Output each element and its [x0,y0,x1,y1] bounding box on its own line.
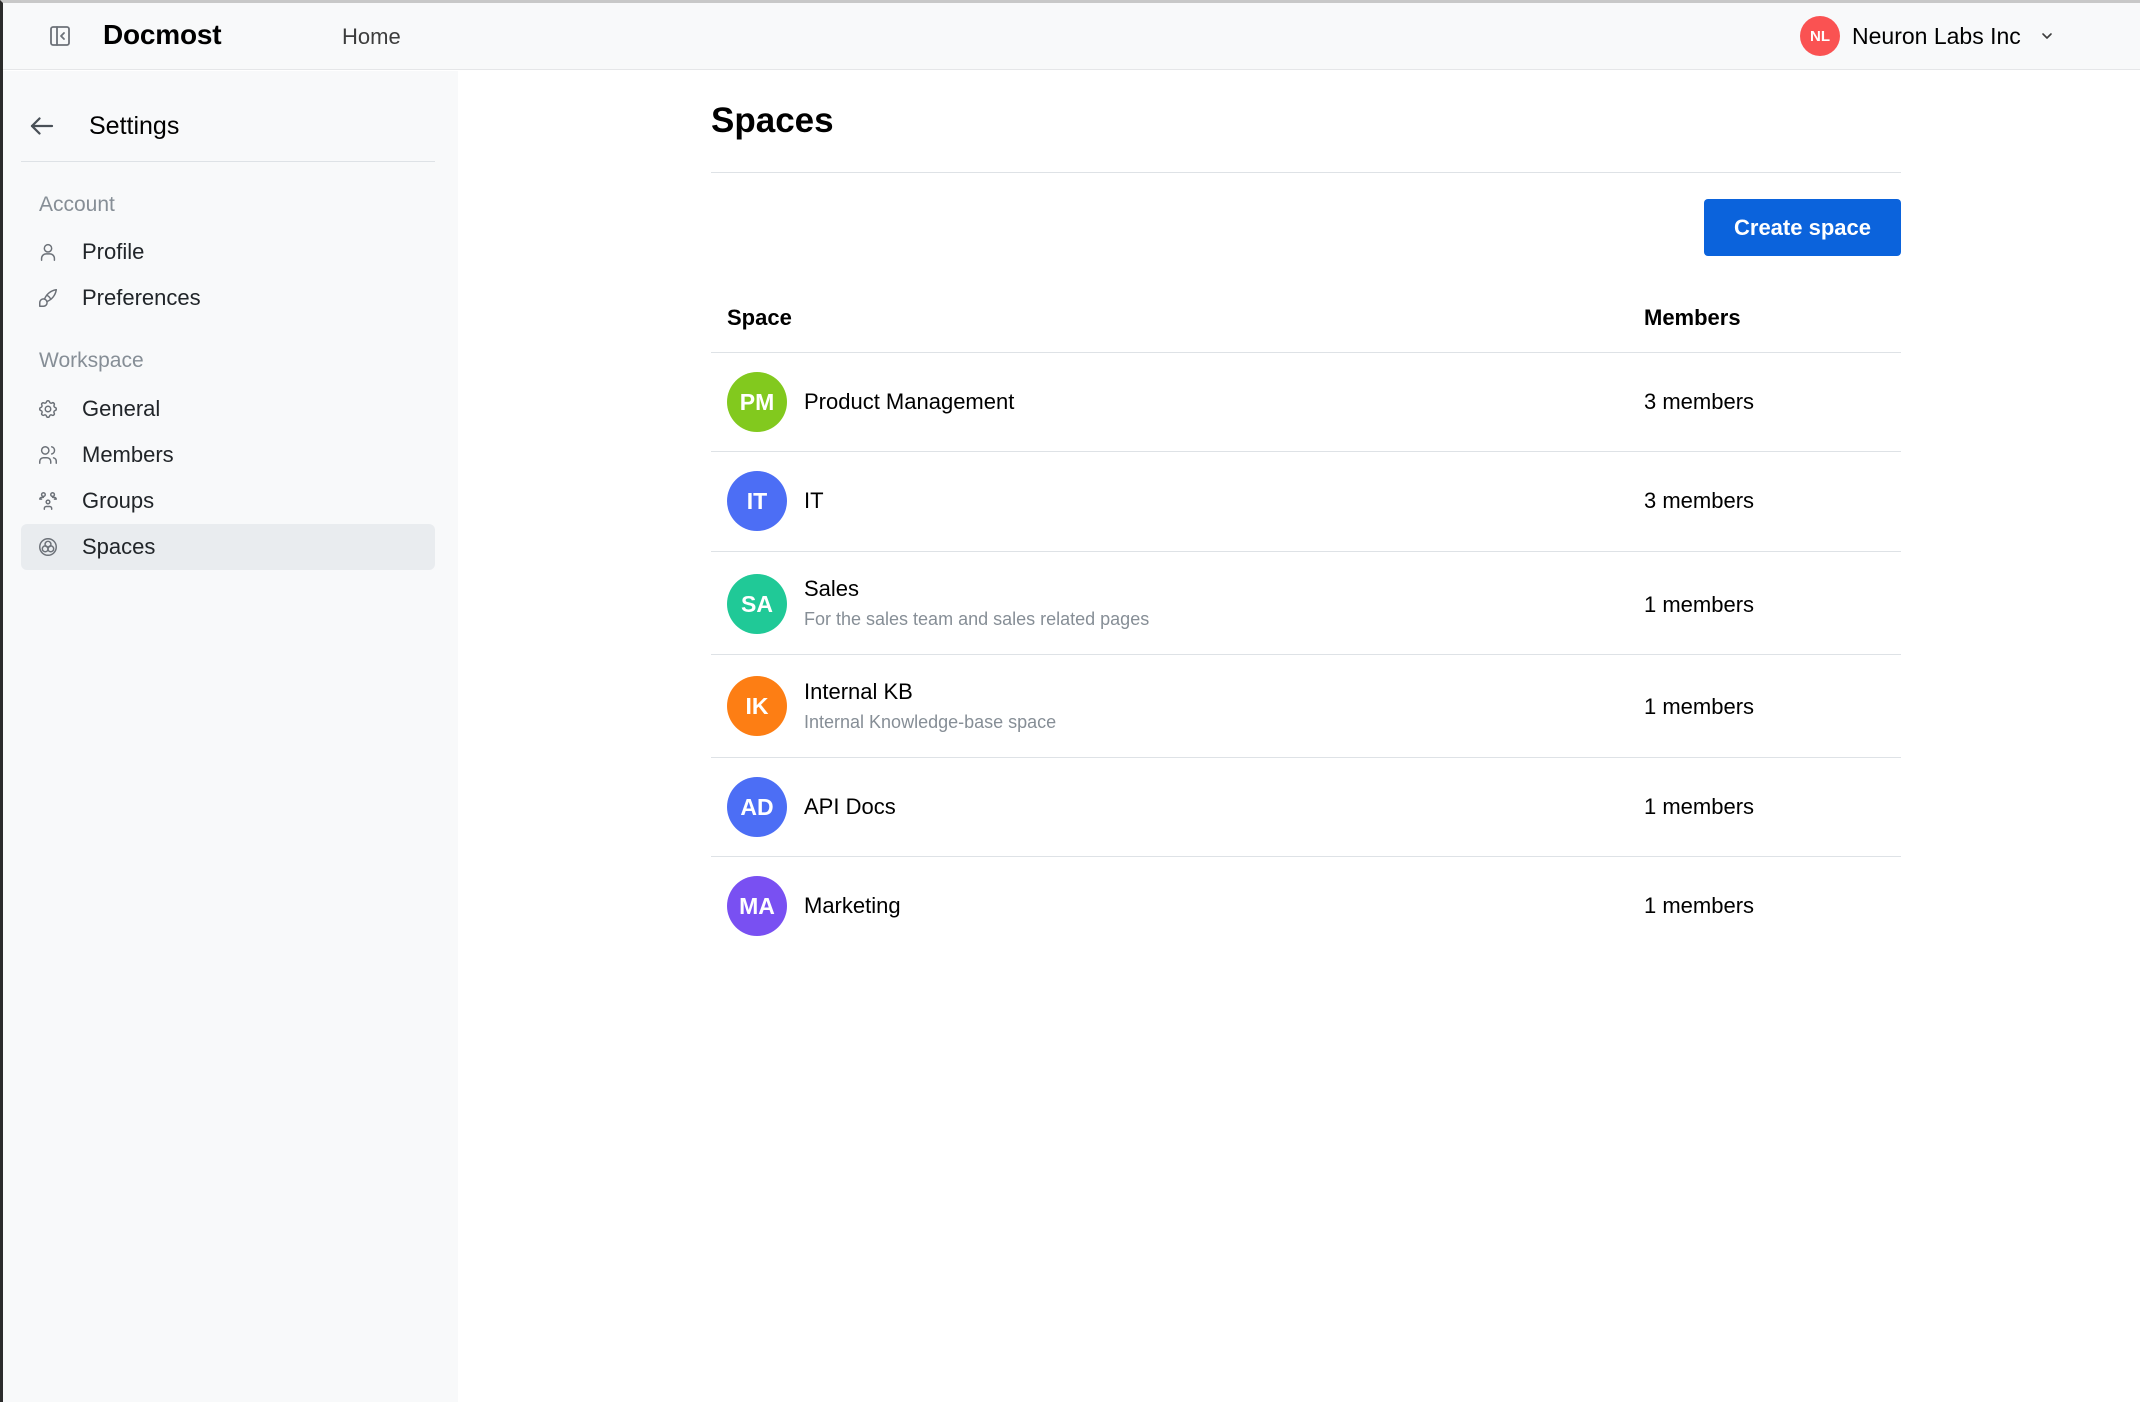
sidebar-item-label: Members [82,442,174,467]
settings-header: Settings [27,101,435,151]
create-space-button[interactable]: Create space [1704,199,1901,256]
space-name: Marketing [804,893,901,918]
space-description: Internal Knowledge-base space [804,712,1057,732]
gear-icon [38,399,58,419]
space-avatar: PM [727,372,787,432]
space-avatar: IT [727,471,787,531]
table-row[interactable]: PM Product Management 3 members [711,353,1901,452]
sidebar-item-members[interactable]: Members [21,432,435,478]
space-name: Sales [804,576,860,601]
sidebar-item-label: Profile [82,239,145,264]
groups-icon [39,492,57,510]
chevron-down-icon [2041,33,2052,39]
table-row[interactable]: IT IT 3 members [711,452,1901,552]
section-label-account: Account [39,193,115,216]
table-row[interactable]: MA Marketing 1 members [711,857,1901,956]
section-label-workspace: Workspace [39,349,144,372]
column-header-space: Space [727,305,792,330]
workspace-name: Neuron Labs Inc [1852,22,2021,49]
users-icon [39,446,57,464]
space-description: For the sales team and sales related pag… [804,609,1150,629]
workspace-avatar: NL [1800,16,1840,56]
space-avatar: MA [727,876,787,936]
member-count: 1 members [1644,694,1755,719]
table-row[interactable]: SA Sales For the sales team and sales re… [711,552,1901,655]
space-name: Internal KB [804,679,913,704]
workspace-switcher[interactable]: NL Neuron Labs Inc [1800,15,2055,57]
member-count: 1 members [1644,592,1755,617]
space-name: API Docs [804,794,896,819]
sidebar-item-preferences[interactable]: Preferences [21,275,435,321]
sidebar-item-spaces[interactable]: Spaces [21,524,435,570]
sidebar-divider [21,161,435,162]
back-arrow-icon[interactable] [27,111,57,141]
member-count: 3 members [1644,488,1755,513]
top-header: Docmost Home NL Neuron Labs Inc [3,3,2140,70]
table-row[interactable]: AD API Docs 1 members [711,758,1901,857]
sidebar-toggle-icon[interactable] [48,24,72,48]
sidebar-item-label: General [82,396,161,421]
brand-logo-text[interactable]: Docmost [103,19,222,51]
title-divider [711,172,1901,173]
settings-title: Settings [89,111,180,140]
settings-sidebar: Settings Account Profile Preferences Wor… [3,71,458,1402]
user-icon [40,243,56,261]
home-link[interactable]: Home [342,24,401,50]
space-avatar: IK [727,676,787,736]
column-header-members: Members [1644,305,1741,330]
brush-icon [39,289,57,307]
space-name: Product Management [804,389,1015,414]
table-row[interactable]: IK Internal KB Internal Knowledge-base s… [711,655,1901,758]
space-name: IT [804,488,824,513]
member-count: 3 members [1644,389,1755,414]
sidebar-item-profile[interactable]: Profile [21,229,435,275]
spaces-table: Space Members PM Product Management 3 me… [711,291,1901,956]
member-count: 1 members [1644,794,1755,819]
sidebar-item-label: Preferences [82,285,201,310]
page-title: Spaces [711,101,834,140]
space-avatar: SA [727,574,787,634]
spaces-icon [39,538,57,556]
app-window: Docmost Home NL Neuron Labs Inc Settings… [0,0,2140,1402]
space-avatar: AD [727,777,787,837]
member-count: 1 members [1644,893,1755,918]
sidebar-item-label: Spaces [82,534,156,559]
sidebar-item-groups[interactable]: Groups [21,478,435,524]
table-header: Space Members [711,291,1901,353]
sidebar-item-label: Groups [82,488,155,513]
sidebar-item-general[interactable]: General [21,386,435,432]
